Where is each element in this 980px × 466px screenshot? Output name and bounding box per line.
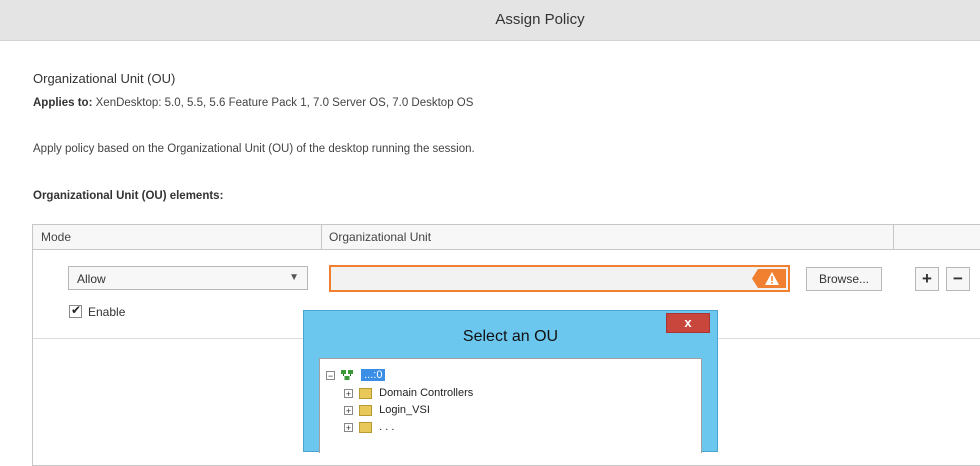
folder-icon xyxy=(359,404,373,416)
title-bar: Assign Policy xyxy=(0,0,980,41)
ou-input[interactable] xyxy=(329,265,790,292)
plus-icon: + xyxy=(922,269,932,288)
chevron-down-icon: ▼ xyxy=(289,272,299,283)
enable-label: Enable xyxy=(88,305,126,319)
tree-root-label: ...:0 xyxy=(361,369,386,382)
applies-value: XenDesktop: 5.0, 5.5, 5.6 Feature Pack 1… xyxy=(95,97,474,109)
folder-icon xyxy=(359,387,373,399)
expand-icon[interactable]: + xyxy=(344,422,353,432)
grid-header: Mode Organizational Unit xyxy=(33,225,980,250)
minus-icon: − xyxy=(953,269,963,288)
check-icon: ✔ xyxy=(71,303,82,317)
ou-tree: − ...:0 + Domain Controllers + Login_VSI… xyxy=(319,358,702,453)
column-header-ou[interactable]: Organizational Unit xyxy=(329,230,431,244)
enable-checkbox[interactable]: ✔ xyxy=(69,303,82,318)
applies-label: Applies to: xyxy=(33,97,93,109)
tree-node[interactable]: + . . . xyxy=(344,421,394,435)
column-header-mode[interactable]: Mode xyxy=(41,230,71,244)
tree-node-label: Login_VSI xyxy=(379,404,430,417)
close-icon: x xyxy=(684,315,692,330)
expand-icon[interactable]: + xyxy=(344,388,353,398)
warning-icon xyxy=(752,269,786,288)
add-button[interactable]: + xyxy=(915,267,939,291)
collapse-icon[interactable]: − xyxy=(326,370,335,380)
mode-value: Allow xyxy=(77,272,106,286)
setting-description: Apply policy based on the Organizational… xyxy=(33,143,475,155)
tree-node-label: Domain Controllers xyxy=(379,387,474,400)
dialog-title: Select an OU xyxy=(462,328,559,345)
window-title: Assign Policy xyxy=(495,11,585,28)
folder-icon xyxy=(359,421,373,433)
tree-node-label: . . . xyxy=(379,421,395,434)
mode-dropdown[interactable]: Allow ▼ xyxy=(68,266,308,290)
domain-icon xyxy=(341,370,354,381)
select-ou-dialog: Select an OU x − ...:0 + Domain Controll… xyxy=(303,310,718,453)
elements-label: Organizational Unit (OU) elements: xyxy=(33,190,224,202)
expand-icon[interactable]: + xyxy=(344,405,353,415)
applies-to: Applies to: XenDesktop: 5.0, 5.5, 5.6 Fe… xyxy=(33,97,473,109)
column-divider[interactable] xyxy=(321,225,322,249)
tree-node[interactable]: + Domain Controllers xyxy=(344,387,473,401)
tree-root-node[interactable]: − ...:0 xyxy=(326,369,386,383)
close-button[interactable]: x xyxy=(666,313,710,333)
tree-node[interactable]: + Login_VSI xyxy=(344,404,430,418)
column-divider[interactable] xyxy=(893,225,894,249)
remove-button[interactable]: − xyxy=(946,267,970,291)
setting-name: Organizational Unit (OU) xyxy=(33,71,176,86)
browse-button[interactable]: Browse... xyxy=(806,267,882,291)
